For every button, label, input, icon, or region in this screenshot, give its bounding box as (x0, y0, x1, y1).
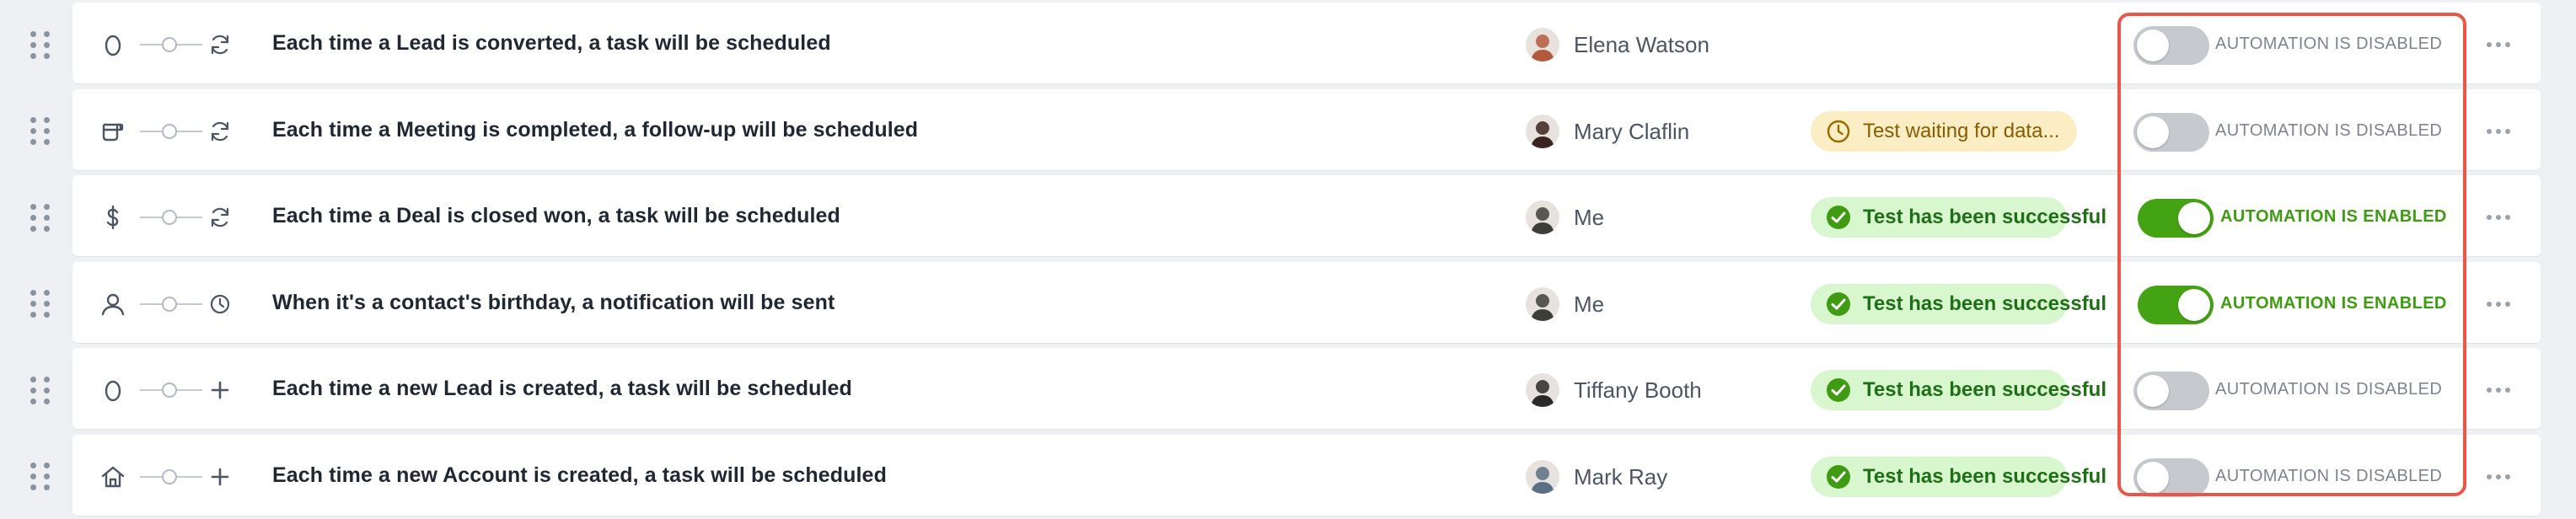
drag-handle-icon[interactable] (30, 202, 54, 233)
avatar (1526, 373, 1559, 407)
automation-status-label: AUTOMATION IS DISABLED (2215, 35, 2443, 53)
flow-connector-node-icon (162, 383, 177, 398)
more-options-icon[interactable] (2487, 474, 2510, 479)
avatar (1526, 201, 1559, 234)
automation-row[interactable]: Each time a Lead is converted, a task wi… (0, 3, 2576, 87)
toggle-knob (2178, 288, 2210, 321)
lead-icon (99, 31, 126, 58)
avatar (1526, 286, 1559, 321)
test-status-badge: Test waiting for data... (1811, 110, 2077, 152)
automation-title[interactable]: Each time a new Lead is created, a task … (272, 377, 852, 401)
clock-icon (207, 292, 233, 317)
automation-toggle[interactable] (2133, 112, 2209, 152)
toggle-knob (2178, 202, 2210, 234)
refresh-icon (207, 32, 233, 57)
flow-connector (140, 210, 202, 225)
test-status-label: Test has been successful (1863, 206, 2107, 228)
automation-list: Each time a Lead is converted, a task wi… (0, 0, 2576, 516)
automation-status-label: AUTOMATION IS DISABLED (2215, 466, 2443, 485)
test-status-label: Test has been successful (1863, 464, 2107, 488)
drag-handle-icon[interactable] (30, 289, 54, 319)
owner-name: Me (1574, 205, 1605, 230)
toggle-knob (2137, 461, 2169, 494)
plus-icon (207, 464, 233, 490)
automation-title[interactable]: Each time a new Account is created, a ta… (272, 463, 887, 488)
contact-icon (99, 291, 126, 318)
automation-title[interactable]: Each time a Meeting is completed, a foll… (272, 118, 918, 142)
avatar (1526, 28, 1559, 62)
automation-title[interactable]: When it's a contact's birthday, a notifi… (272, 291, 835, 315)
toggle-knob (2137, 29, 2169, 62)
test-status-badge: Test has been successful (1811, 197, 2106, 238)
toggle-knob (2137, 115, 2169, 148)
automation-row[interactable]: When it's a contact's birthday, a notifi… (0, 261, 2576, 346)
automation-row[interactable]: Each time a Meeting is completed, a foll… (0, 88, 2576, 174)
flow-connector-node-icon (162, 468, 177, 484)
flow-connector (140, 123, 202, 139)
test-status-label: Test has been successful (1863, 378, 2107, 401)
flow-connector-node-icon (162, 296, 177, 312)
dollar-icon (99, 204, 126, 231)
more-options-icon[interactable] (2487, 128, 2510, 134)
automation-toggle[interactable] (2133, 26, 2209, 65)
flow-connector (140, 296, 202, 312)
automation-status-label: AUTOMATION IS DISABLED (2215, 120, 2443, 140)
toggle-knob (2137, 375, 2169, 407)
owner-name: Tiffany Booth (1574, 377, 1702, 403)
avatar (1526, 114, 1559, 148)
test-status-badge: Test has been successful (1811, 370, 2106, 410)
plus-icon (207, 377, 233, 403)
flow-connector-node-icon (162, 210, 177, 225)
flow-connector-node-icon (162, 37, 177, 52)
owner-name: Mary Claflin (1574, 118, 1690, 144)
refresh-icon (207, 205, 233, 230)
refresh-icon (207, 119, 233, 144)
automation-status-label: AUTOMATION IS DISABLED (2215, 380, 2443, 399)
drag-handle-icon[interactable] (30, 29, 54, 60)
check-circle-icon (1826, 205, 1851, 230)
avatar (1526, 459, 1559, 494)
drag-handle-icon[interactable] (30, 375, 54, 405)
test-status-label: Test has been successful (1863, 292, 2107, 315)
meeting-icon (99, 118, 126, 145)
automation-title[interactable]: Each time a Deal is closed won, a task w… (272, 204, 840, 228)
more-options-icon[interactable] (2487, 42, 2510, 47)
more-options-icon[interactable] (2487, 301, 2510, 307)
drag-handle-icon[interactable] (30, 116, 54, 147)
owner-name: Elena Watson (1574, 32, 1709, 57)
automation-title[interactable]: Each time a Lead is converted, a task wi… (272, 31, 831, 56)
check-circle-icon (1826, 377, 1851, 403)
automation-toggle[interactable] (2138, 285, 2214, 324)
flow-connector (140, 383, 202, 398)
drag-handle-icon[interactable] (30, 462, 54, 492)
automation-status-label: AUTOMATION IS ENABLED (2220, 293, 2447, 313)
test-status-label: Test waiting for data... (1863, 119, 2060, 142)
check-circle-icon (1826, 464, 1851, 490)
lead-icon (99, 377, 126, 404)
flow-connector-node-icon (162, 123, 177, 139)
automation-row[interactable]: Each time a new Account is created, a ta… (0, 434, 2576, 519)
test-status-badge: Test has been successful (1811, 456, 2106, 497)
automation-toggle[interactable] (2133, 457, 2209, 497)
flow-connector (140, 37, 202, 52)
automation-toggle[interactable] (2138, 199, 2214, 238)
check-circle-icon (1826, 292, 1851, 317)
automation-toggle[interactable] (2133, 372, 2209, 410)
test-status-badge: Test has been successful (1811, 283, 2106, 324)
owner-name: Me (1574, 291, 1605, 317)
automation-row[interactable]: Each time a Deal is closed won, a task w… (0, 175, 2576, 260)
automation-row[interactable]: Each time a new Lead is created, a task … (0, 348, 2576, 432)
clock-outline-icon (1826, 119, 1851, 144)
flow-connector (140, 468, 202, 484)
owner-name: Mark Ray (1574, 463, 1668, 490)
more-options-icon[interactable] (2487, 215, 2510, 220)
automation-status-label: AUTOMATION IS ENABLED (2220, 207, 2447, 226)
account-icon (99, 463, 126, 490)
more-options-icon[interactable] (2487, 388, 2510, 393)
